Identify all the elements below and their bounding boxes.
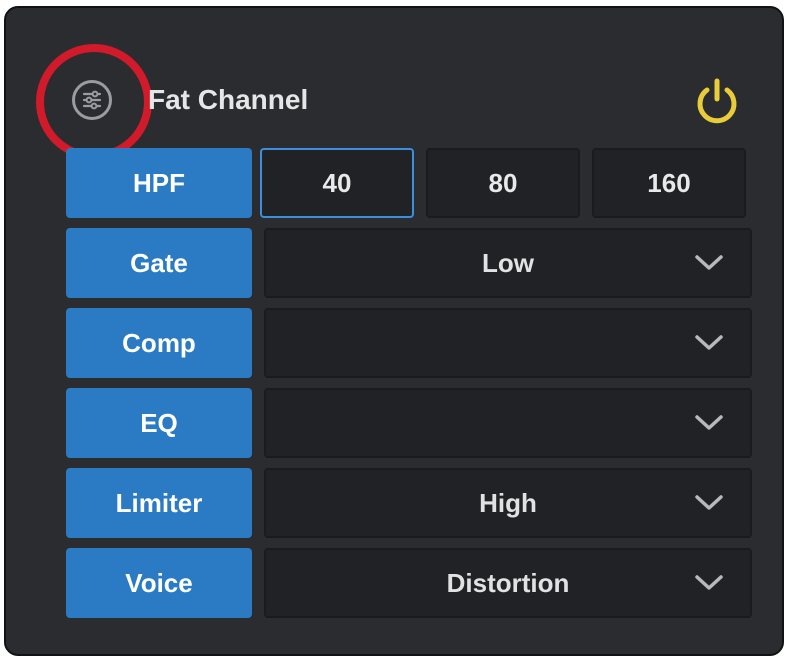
gate-button[interactable]: Gate	[66, 228, 252, 298]
fat-channel-panel: Fat Channel HPF 40 80 160 Gate Low Comp …	[4, 6, 784, 656]
gate-dropdown[interactable]: Low	[264, 228, 752, 298]
eq-value	[266, 390, 690, 456]
comp-dropdown[interactable]	[264, 308, 752, 378]
limiter-value: High	[479, 488, 537, 518]
limiter-dropdown[interactable]: High	[264, 468, 752, 538]
voice-button[interactable]: Voice	[66, 548, 252, 618]
panel-title: Fat Channel	[148, 84, 309, 115]
comp-button[interactable]: Comp	[66, 308, 252, 378]
sliders-icon[interactable]	[72, 80, 112, 120]
hpf-option-40[interactable]: 40	[260, 148, 414, 218]
chevron-down-icon	[695, 495, 723, 510]
chevron-down-icon	[695, 575, 723, 590]
eq-dropdown[interactable]	[264, 388, 752, 458]
power-icon[interactable]	[692, 78, 742, 124]
chevron-down-icon	[695, 415, 723, 430]
hpf-option-160[interactable]: 160	[592, 148, 746, 218]
gate-value: Low	[482, 248, 534, 278]
eq-button[interactable]: EQ	[66, 388, 252, 458]
chevron-down-icon	[695, 255, 723, 270]
voice-dropdown[interactable]: Distortion	[264, 548, 752, 618]
hpf-button[interactable]: HPF	[66, 148, 252, 218]
limiter-button[interactable]: Limiter	[66, 468, 252, 538]
chevron-down-icon	[695, 335, 723, 350]
comp-value	[266, 310, 690, 376]
hpf-option-80[interactable]: 80	[426, 148, 580, 218]
voice-value: Distortion	[446, 568, 570, 598]
